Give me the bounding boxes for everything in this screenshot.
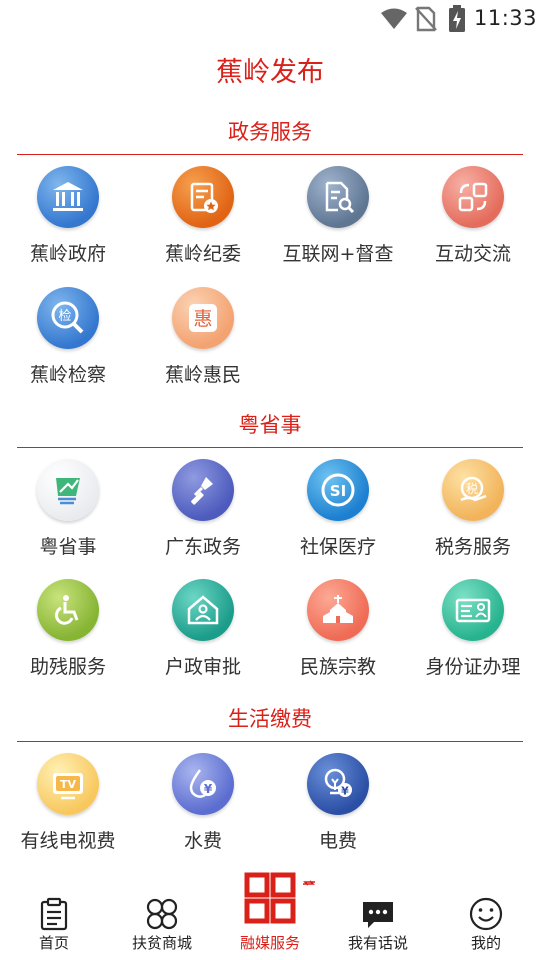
section-title-yueshengshi: 粤省事 bbox=[238, 413, 302, 437]
tile-label: 户政审批 bbox=[164, 656, 241, 678]
smiley-icon bbox=[469, 897, 503, 931]
tile-yueshengshi[interactable]: 粤省事 bbox=[0, 459, 136, 569]
nav-label: 我的 bbox=[470, 934, 501, 952]
tile-disability-services[interactable]: 助残服务 bbox=[0, 579, 136, 689]
procuratorate-glyph: 检 bbox=[58, 309, 71, 324]
clipboard-icon bbox=[40, 897, 68, 931]
nav-home[interactable]: 首页 bbox=[0, 880, 108, 960]
procuratorate-search-icon: 检 bbox=[37, 287, 99, 349]
status-bar: 11:33 bbox=[0, 0, 540, 36]
electricity-fee-glyph: ¥ bbox=[341, 785, 349, 798]
document-badge-icon bbox=[172, 166, 234, 228]
tile-label: 电费 bbox=[318, 830, 357, 852]
wheelchair-icon bbox=[37, 579, 99, 641]
tile-label: 互联网+督查 bbox=[282, 243, 394, 265]
tile-cable-tv-fee[interactable]: TV 有线电视费 bbox=[0, 753, 136, 863]
tile-interactive-exchange[interactable]: 互动交流 bbox=[405, 166, 540, 276]
nav-label: 扶贫商城 bbox=[131, 934, 192, 952]
tax-icon: 税 bbox=[442, 459, 504, 521]
government-building-icon bbox=[37, 166, 99, 228]
tile-water-fee[interactable]: ¥ 水费 bbox=[135, 753, 271, 863]
tile-jiaoling-discipline[interactable]: 蕉岭纪委 bbox=[135, 166, 271, 276]
tile-ethnic-religion[interactable]: 民族宗教 bbox=[270, 579, 406, 689]
section-divider bbox=[17, 447, 523, 448]
section-divider bbox=[17, 741, 523, 742]
document-search-icon bbox=[307, 166, 369, 228]
yueshengshi-logo-icon bbox=[37, 459, 99, 521]
benefit-icon: 惠 bbox=[172, 287, 234, 349]
social-security-glyph: SI bbox=[330, 482, 346, 500]
household-icon bbox=[172, 579, 234, 641]
tax-glyph: 税 bbox=[466, 482, 478, 496]
tv-glyph: TV bbox=[60, 778, 77, 791]
tile-label: 水费 bbox=[183, 830, 222, 852]
water-fee-glyph: ¥ bbox=[204, 782, 213, 796]
tv-icon: TV bbox=[37, 753, 99, 815]
tile-social-security-medical[interactable]: SI 社保医疗 bbox=[270, 459, 406, 569]
battery-charging-icon bbox=[449, 5, 465, 32]
nav-i-have-something-to-say[interactable]: 我有话说 bbox=[324, 880, 432, 960]
tile-id-card[interactable]: 身份证办理 bbox=[405, 579, 540, 689]
nav-label: 融媒服务 bbox=[239, 934, 300, 952]
tile-tax-services[interactable]: 税 税务服务 bbox=[405, 459, 540, 569]
id-card-icon bbox=[442, 579, 504, 641]
water-drop-icon: ¥ bbox=[172, 753, 234, 815]
social-security-icon: SI bbox=[307, 459, 369, 521]
tile-internet-inspection[interactable]: 互联网+督查 bbox=[270, 166, 406, 276]
bottom-nav: 首页 扶贫商城 融媒服务 我有话说 我的 bbox=[0, 872, 540, 960]
nav-poverty-mall[interactable]: 扶贫商城 bbox=[108, 880, 216, 960]
clover-icon bbox=[146, 898, 178, 930]
section-title-living-payments: 生活缴费 bbox=[228, 707, 312, 731]
light-bulb-icon: ¥ bbox=[307, 753, 369, 815]
tile-guangdong-government[interactable]: 广东政务 bbox=[135, 459, 271, 569]
no-sim-icon bbox=[415, 6, 437, 32]
nav-label: 我有话说 bbox=[347, 934, 408, 952]
section-divider bbox=[17, 154, 523, 155]
tile-label: 蕉岭纪委 bbox=[164, 243, 241, 265]
benefit-glyph: 惠 bbox=[193, 308, 212, 330]
chat-bubble-icon bbox=[363, 902, 393, 928]
tile-label: 广东政务 bbox=[164, 536, 241, 558]
refresh-mark-icon bbox=[303, 880, 315, 886]
tile-jiaoling-government[interactable]: 蕉岭政府 bbox=[0, 166, 136, 276]
stamp-icon bbox=[172, 459, 234, 521]
tile-label: 互动交流 bbox=[434, 243, 511, 265]
tile-electricity-fee[interactable]: ¥ 电费 bbox=[270, 753, 406, 863]
section-title-government-services: 政务服务 bbox=[228, 120, 312, 144]
church-icon bbox=[307, 579, 369, 641]
tile-label: 蕉岭惠民 bbox=[164, 364, 241, 386]
tile-label: 民族宗教 bbox=[299, 656, 376, 678]
tile-jiaoling-procuratorate[interactable]: 检 蕉岭检察 bbox=[0, 287, 136, 397]
nav-label: 首页 bbox=[38, 934, 69, 952]
app-title: 蕉岭发布 bbox=[216, 57, 324, 88]
tile-household-approval[interactable]: 户政审批 bbox=[135, 579, 271, 689]
status-time: 11:33 bbox=[474, 6, 538, 30]
tile-jiaoling-benefit[interactable]: 惠 蕉岭惠民 bbox=[135, 287, 271, 397]
tile-label: 税务服务 bbox=[434, 536, 511, 558]
exchange-icon bbox=[442, 166, 504, 228]
nav-mine[interactable]: 我的 bbox=[432, 880, 540, 960]
nav-media-services[interactable]: 融媒服务 bbox=[216, 872, 324, 960]
wifi-icon bbox=[381, 8, 407, 29]
tile-label: 身份证办理 bbox=[425, 656, 521, 678]
grid-squares-icon bbox=[244, 872, 296, 924]
tile-label: 社保医疗 bbox=[299, 536, 376, 558]
